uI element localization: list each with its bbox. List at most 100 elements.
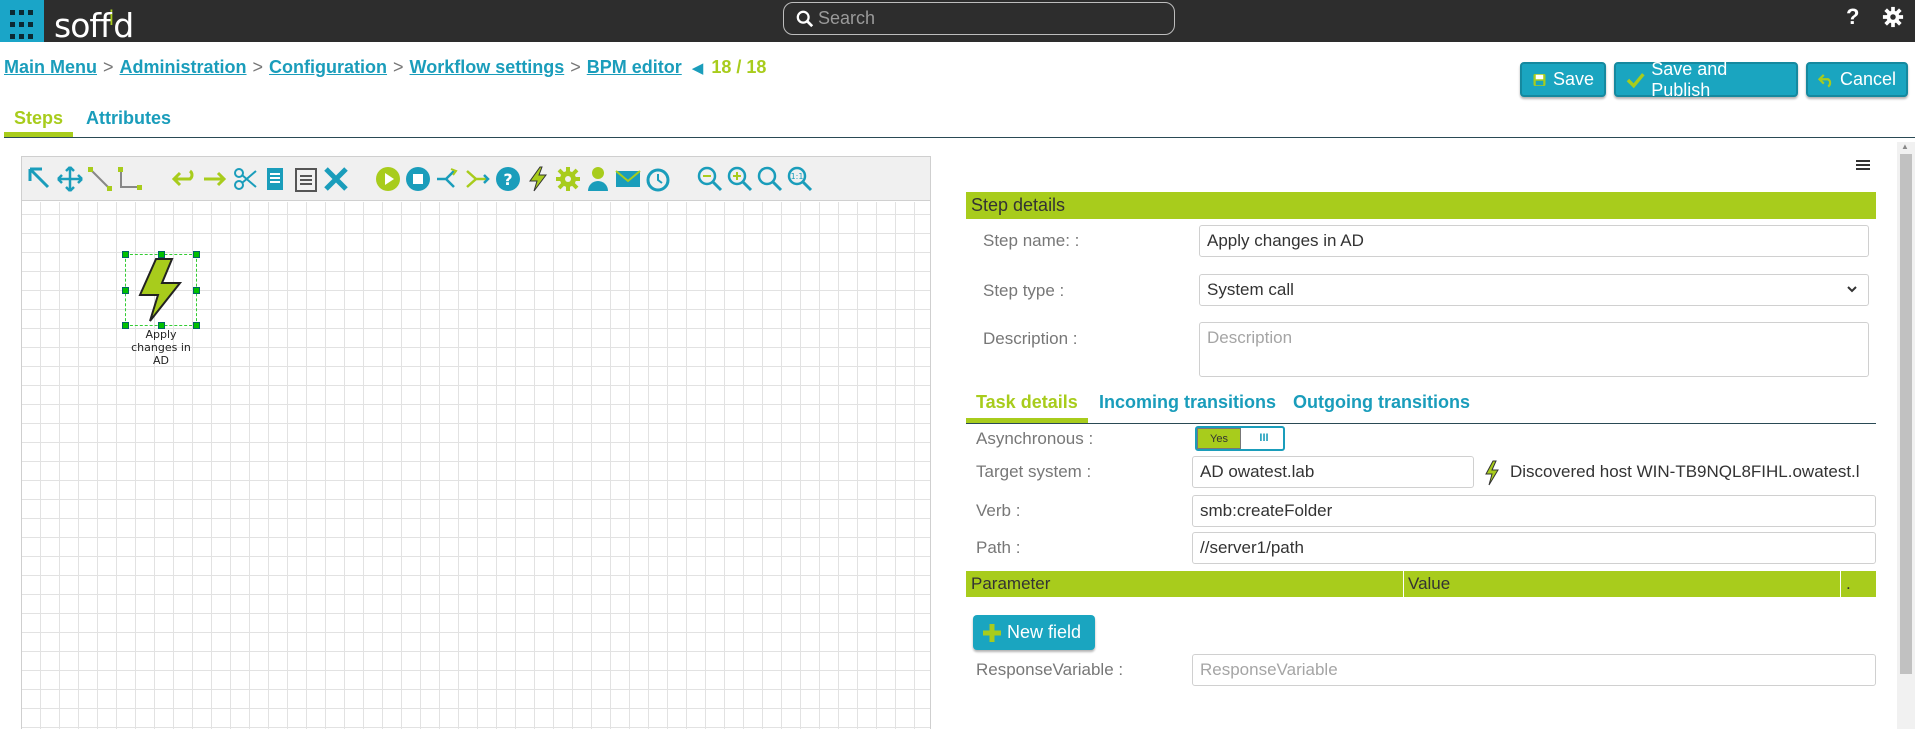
breadcrumb-separator: >: [393, 57, 404, 77]
path-input[interactable]: //server1/path: [1192, 532, 1876, 564]
step-details-header: Step details: [966, 192, 1876, 219]
path-label: Path :: [976, 538, 1021, 557]
resize-handle[interactable]: [122, 251, 129, 258]
settings-gear-icon[interactable]: [1882, 6, 1904, 28]
tab-outgoing-transitions[interactable]: Outgoing transitions: [1293, 392, 1470, 413]
column-divider: [1403, 571, 1404, 597]
zoom-actual-icon[interactable]: 1:1: [786, 165, 814, 193]
diagram-editor: ? 1:1 Apply changes in AD: [21, 156, 931, 729]
select-icon[interactable]: [26, 165, 54, 193]
tab-steps[interactable]: Steps: [4, 106, 74, 137]
apps-grid-icon[interactable]: [0, 0, 44, 42]
zoom-in-icon[interactable]: [726, 165, 754, 193]
value-column-header[interactable]: Value: [1408, 574, 1450, 594]
toggle-yes-label: Yes: [1197, 428, 1241, 449]
timer-icon[interactable]: [644, 165, 672, 193]
step-type-select[interactable]: System call: [1199, 274, 1869, 306]
breadcrumb-workflow-settings[interactable]: Workflow settings: [410, 57, 565, 77]
target-system-input[interactable]: AD owatest.lab: [1192, 456, 1474, 488]
user-task-icon[interactable]: [584, 165, 612, 193]
breadcrumb-separator: >: [252, 57, 264, 77]
toggle-grip: III: [1259, 432, 1269, 444]
paste-icon[interactable]: [292, 165, 320, 193]
previous-record-icon[interactable]: ◀: [692, 60, 704, 77]
vertical-scrollbar[interactable]: ▲: [1897, 142, 1915, 729]
connect-icon[interactable]: [86, 165, 114, 193]
step-name-input[interactable]: Apply changes in AD: [1199, 225, 1869, 257]
breadcrumb-configuration[interactable]: Configuration: [269, 57, 387, 77]
tab-attributes[interactable]: Attributes: [76, 106, 181, 137]
new-field-label: New field: [1007, 622, 1082, 642]
new-field-button[interactable]: New field: [973, 615, 1095, 650]
asynchronous-toggle[interactable]: Yes III: [1195, 426, 1285, 451]
top-bar: soffid ?: [0, 0, 1915, 45]
resize-handle[interactable]: [193, 322, 200, 329]
help-icon[interactable]: ?: [1846, 4, 1859, 30]
diagram-canvas[interactable]: Apply changes in AD: [22, 202, 930, 729]
step-type-value: System call: [1207, 280, 1294, 299]
record-counter: 18 / 18: [711, 57, 767, 77]
extra-column-header: .: [1846, 574, 1851, 593]
search-box[interactable]: [783, 2, 1175, 35]
resize-handle[interactable]: [122, 287, 129, 294]
description-label: Description :: [983, 329, 1078, 348]
cancel-button[interactable]: Cancel: [1806, 62, 1908, 97]
decision-icon[interactable]: ?: [494, 165, 522, 193]
custom-action-icon[interactable]: [554, 165, 582, 193]
start-icon[interactable]: [374, 165, 402, 193]
step-name-label: Step name: :: [983, 231, 1080, 250]
verb-label: Verb :: [976, 501, 1021, 520]
parameter-column-header[interactable]: Parameter: [971, 574, 1050, 594]
step-node-label: Apply changes in AD: [131, 328, 191, 367]
resize-handle[interactable]: [193, 251, 200, 258]
save-and-publish-button[interactable]: Save and Publish: [1614, 59, 1798, 100]
column-divider: [1840, 571, 1841, 597]
delete-icon[interactable]: [322, 165, 350, 193]
diagram-toolbar: ? 1:1: [22, 157, 930, 201]
task-sub-tabs: Task details Incoming transitions Outgoi…: [966, 388, 1876, 424]
orthogonal-connect-icon[interactable]: [116, 165, 144, 193]
lightning-bolt-icon: [1485, 460, 1499, 486]
copy-icon[interactable]: [262, 165, 290, 193]
save-label: Save: [1552, 69, 1594, 89]
join-icon[interactable]: [464, 165, 492, 193]
redo-icon[interactable]: [200, 165, 228, 193]
soffid-logo: soffid: [54, 6, 134, 45]
breadcrumb-separator: >: [570, 57, 581, 77]
description-textarea[interactable]: Description: [1199, 322, 1869, 377]
cut-icon[interactable]: [232, 165, 260, 193]
svg-text:?: ?: [503, 170, 512, 189]
breadcrumb-administration[interactable]: Administration: [120, 57, 247, 77]
tab-task-details[interactable]: Task details: [966, 392, 1088, 423]
breadcrumb-main-menu[interactable]: Main Menu: [4, 57, 97, 77]
save-button[interactable]: Save: [1520, 62, 1606, 97]
fork-icon[interactable]: [434, 165, 462, 193]
system-call-icon[interactable]: [524, 165, 552, 193]
zoom-fit-icon[interactable]: [756, 165, 784, 193]
resize-handle[interactable]: [158, 251, 165, 258]
breadcrumb-bpm-editor[interactable]: BPM editor: [587, 57, 682, 77]
target-system-label: Target system :: [976, 462, 1092, 481]
response-variable-label: ResponseVariable :: [976, 660, 1124, 679]
floppy-disk-icon: [1533, 73, 1546, 86]
hamburger-menu-icon[interactable]: [1856, 158, 1870, 172]
breadcrumb: Main Menu > Administration > Configuration > W…: [4, 57, 766, 78]
breadcrumb-separator: >: [103, 57, 114, 77]
system-call-step-node[interactable]: [122, 251, 200, 329]
move-icon[interactable]: [56, 165, 84, 193]
response-variable-input[interactable]: ResponseVariable: [1192, 654, 1876, 686]
mail-icon[interactable]: [614, 165, 642, 193]
cancel-label: Cancel: [1839, 69, 1896, 89]
scroll-up-arrow-icon[interactable]: ▲: [1901, 142, 1909, 151]
search-icon: [796, 10, 814, 28]
resize-handle[interactable]: [193, 287, 200, 294]
verb-input[interactable]: smb:createFolder: [1192, 495, 1876, 527]
zoom-out-icon[interactable]: [696, 165, 724, 193]
scrollbar-thumb[interactable]: [1900, 154, 1912, 674]
chevron-down-icon: [1847, 286, 1857, 293]
end-icon[interactable]: [404, 165, 432, 193]
undo-icon[interactable]: [170, 165, 198, 193]
search-input[interactable]: [818, 6, 1158, 30]
tab-incoming-transitions[interactable]: Incoming transitions: [1099, 392, 1276, 413]
parameter-table-header: Parameter Value .: [966, 571, 1876, 597]
